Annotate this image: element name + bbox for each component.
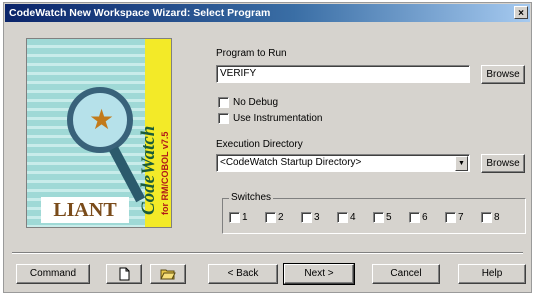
switch-checkbox[interactable] (409, 212, 420, 223)
switch-2[interactable]: 2 (265, 212, 284, 223)
next-button[interactable]: Next > (283, 263, 355, 285)
execdir-select[interactable]: <CodeWatch Startup Directory> ▼ (216, 154, 470, 172)
product-subtitle: for RM/COBOL v7.5 (160, 131, 170, 215)
back-button[interactable]: < Back (208, 264, 278, 284)
close-icon[interactable]: × (514, 6, 528, 19)
cancel-button[interactable]: Cancel (372, 264, 440, 284)
codewatch-logo: ★ LIANT CodeWatch for RM/COBOL v7.5 (26, 38, 172, 228)
new-file-button[interactable] (106, 264, 142, 284)
switch-checkbox[interactable] (301, 212, 312, 223)
switch-number: 7 (458, 212, 464, 223)
footer-separator (12, 252, 523, 254)
execdir-value: <CodeWatch Startup Directory> (220, 157, 362, 168)
use-instrumentation-checkbox[interactable] (218, 113, 229, 124)
open-folder-button[interactable] (150, 264, 186, 284)
help-button[interactable]: Help (458, 264, 526, 284)
switch-7[interactable]: 7 (445, 212, 464, 223)
switches-label: Switches (229, 192, 274, 203)
switch-checkbox[interactable] (337, 212, 348, 223)
switch-1[interactable]: 1 (229, 212, 248, 223)
switch-4[interactable]: 4 (337, 212, 356, 223)
program-browse-button[interactable]: Browse (481, 65, 525, 84)
program-label: Program to Run (216, 48, 287, 59)
window-title: CodeWatch New Workspace Wizard: Select P… (9, 7, 271, 19)
switch-number: 3 (314, 212, 320, 223)
command-button[interactable]: Command (16, 264, 90, 284)
switch-number: 6 (422, 212, 428, 223)
switch-5[interactable]: 5 (373, 212, 392, 223)
switches-group: Switches 1 2 3 4 5 6 7 8 (222, 192, 526, 234)
liant-brand: LIANT (41, 197, 129, 223)
switch-checkbox[interactable] (373, 212, 384, 223)
switch-checkbox[interactable] (265, 212, 276, 223)
dropdown-arrow-icon[interactable]: ▼ (455, 156, 468, 171)
switch-8[interactable]: 8 (481, 212, 500, 223)
dog-figure-icon: ★ (89, 104, 115, 135)
switch-3[interactable]: 3 (301, 212, 320, 223)
switch-checkbox[interactable] (481, 212, 492, 223)
title-bar: CodeWatch New Workspace Wizard: Select P… (5, 4, 530, 22)
switch-number: 2 (278, 212, 284, 223)
open-folder-icon (160, 269, 176, 280)
new-file-icon (119, 267, 130, 281)
switch-6[interactable]: 6 (409, 212, 428, 223)
execdir-label: Execution Directory (216, 139, 303, 150)
switch-checkbox[interactable] (445, 212, 456, 223)
switch-checkbox[interactable] (229, 212, 240, 223)
switch-number: 8 (494, 212, 500, 223)
wizard-window: CodeWatch New Workspace Wizard: Select P… (3, 2, 532, 293)
execdir-browse-button[interactable]: Browse (481, 154, 525, 173)
no-debug-label: No Debug (233, 97, 279, 108)
use-instrumentation-label: Use Instrumentation (233, 113, 323, 124)
switch-number: 5 (386, 212, 392, 223)
switch-number: 1 (242, 212, 248, 223)
program-input[interactable]: VERIFY (216, 65, 470, 83)
no-debug-checkbox[interactable] (218, 97, 229, 108)
switch-number: 4 (350, 212, 356, 223)
product-name: CodeWatch (138, 125, 159, 215)
